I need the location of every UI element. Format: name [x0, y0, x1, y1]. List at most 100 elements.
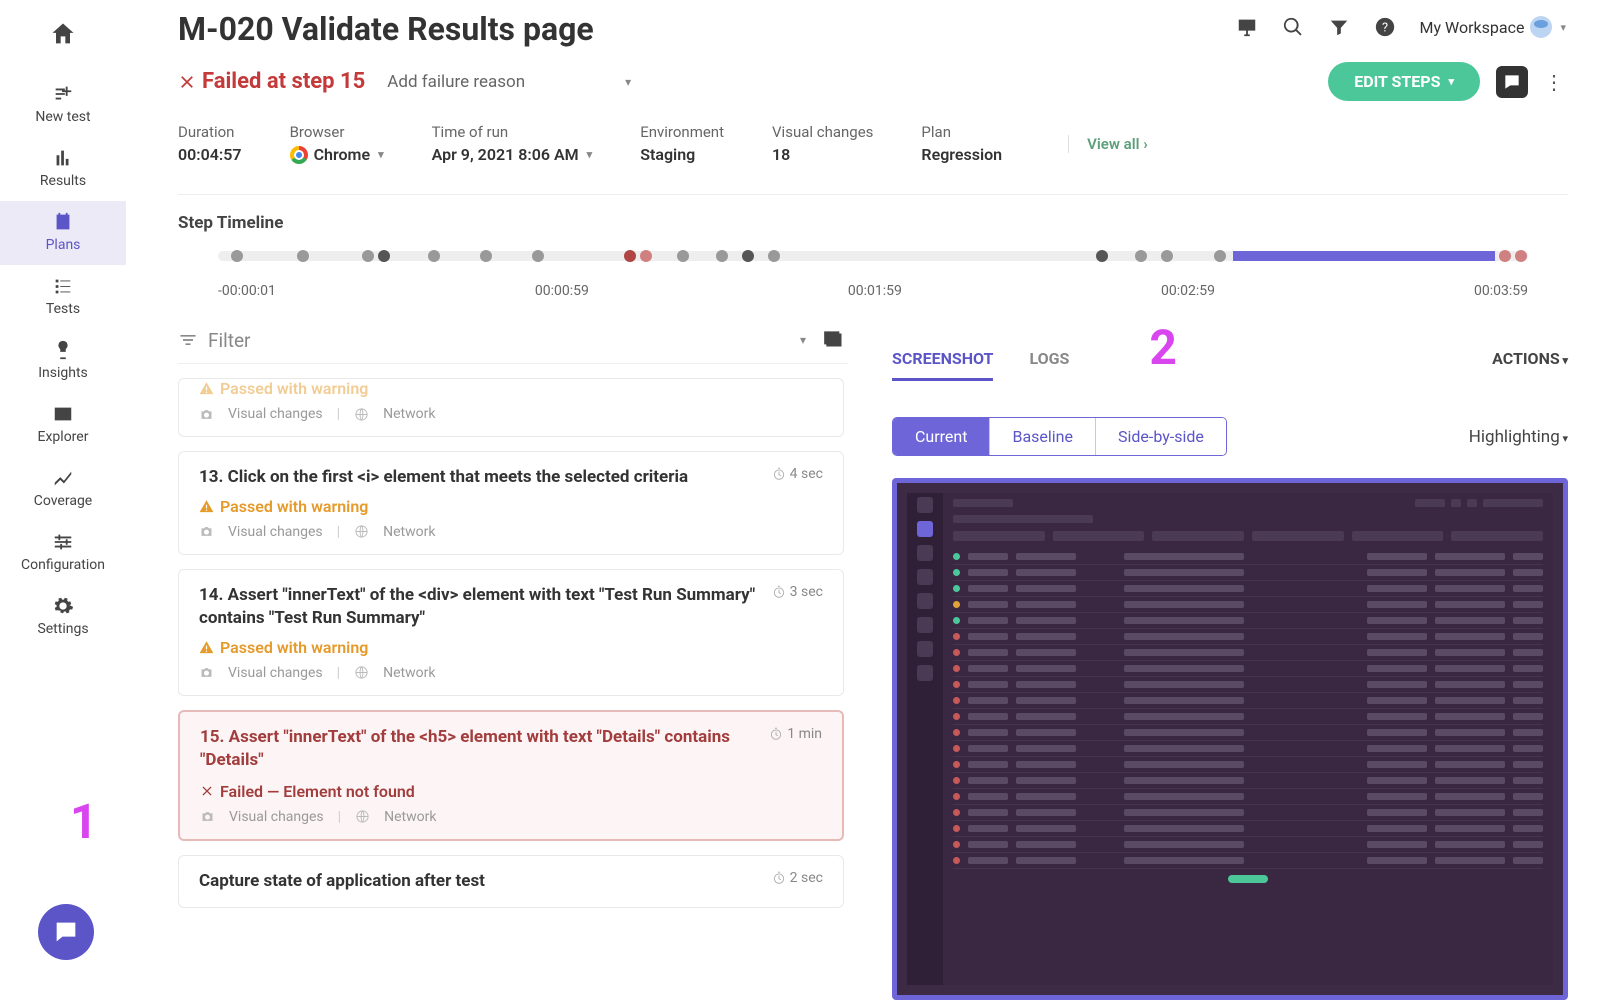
network-link[interactable]: Network — [383, 406, 435, 422]
highlighting-dropdown[interactable]: Highlighting — [1469, 427, 1568, 447]
globe-icon — [355, 809, 370, 824]
coverage-icon — [52, 467, 74, 489]
sidebar-item-configuration[interactable]: Configuration — [0, 521, 126, 585]
step-card[interactable]: Passed with warning Visual changes | Net… — [178, 378, 844, 437]
step-time: 4 sec — [772, 466, 823, 482]
meta-value: Staging — [640, 145, 724, 164]
status-text: Failed at step 15 — [202, 69, 365, 94]
meta-label: Browser — [290, 123, 384, 141]
visual-changes-link[interactable]: Visual changes — [228, 665, 323, 681]
step-card-failed[interactable]: 15. Assert "innerText" of the <h5> eleme… — [178, 710, 844, 841]
sidebar-item-tests[interactable]: Tests — [0, 265, 126, 329]
sidebar-item-new-test[interactable]: New test — [0, 73, 126, 137]
step-timeline: Step Timeline -00:00:01 00 — [178, 194, 1568, 299]
step-time: 2 sec — [772, 870, 823, 886]
time-dropdown[interactable]: Apr 9, 2021 8:06 AM▾ — [432, 145, 593, 164]
sidebar-item-label: Explorer — [38, 429, 89, 445]
seg-side-by-side[interactable]: Side-by-side — [1095, 418, 1226, 455]
more-menu[interactable]: ⋮ — [1540, 66, 1568, 98]
edit-steps-button[interactable]: EDIT STEPS — [1328, 62, 1480, 101]
sidebar-item-coverage[interactable]: Coverage — [0, 457, 126, 521]
search-icon[interactable] — [1282, 16, 1304, 38]
tests-icon — [52, 275, 74, 297]
filter-list-icon[interactable] — [178, 330, 198, 350]
main: ? My Workspace ▾ M-020 Validate Results … — [126, 0, 1600, 1000]
sidebar-item-label: New test — [35, 109, 90, 125]
globe-icon — [354, 665, 369, 680]
meta-label: Duration — [178, 123, 242, 141]
step-title: 14. Assert "innerText" of the <div> elem… — [199, 584, 762, 630]
globe-icon — [354, 524, 369, 539]
svg-text:?: ? — [1382, 21, 1388, 36]
status-text: Passed with warning — [220, 497, 368, 516]
help-icon[interactable]: ? — [1374, 16, 1396, 38]
status-text: Passed with warning — [220, 379, 368, 398]
timeline-bar[interactable] — [218, 251, 1528, 261]
step-time: 3 sec — [772, 584, 823, 600]
actions-dropdown[interactable]: ACTIONS — [1492, 349, 1568, 368]
meta-row: Duration 00:04:57 Browser Chrome▾ Time o… — [178, 123, 1568, 164]
screen-icon[interactable] — [1236, 16, 1258, 38]
sidebar-item-label: Insights — [38, 365, 88, 381]
screenshot-viewer[interactable] — [892, 478, 1568, 1000]
step-title: Capture state of application after test — [199, 870, 762, 893]
sidebar-item-settings[interactable]: Settings — [0, 585, 126, 649]
visual-changes-link[interactable]: Visual changes — [229, 809, 324, 825]
globe-icon — [354, 407, 369, 422]
failure-reason-dropdown[interactable]: Add failure reason — [387, 72, 631, 92]
timeline-tick: 00:03:59 — [1474, 283, 1528, 299]
plans-icon — [52, 211, 74, 233]
seg-current[interactable]: Current — [893, 418, 989, 455]
filter-caret[interactable]: ▾ — [800, 333, 806, 347]
camera-icon — [199, 665, 214, 680]
sidebar-item-results[interactable]: Results — [0, 137, 126, 201]
step-title: 15. Assert "innerText" of the <h5> eleme… — [200, 726, 759, 772]
annotation-2: 2 — [1149, 319, 1177, 376]
network-link[interactable]: Network — [384, 809, 436, 825]
sidebar-item-explorer[interactable]: Explorer — [0, 393, 126, 457]
filter-icon[interactable] — [1328, 16, 1350, 38]
sidebar-item-label: Coverage — [34, 493, 92, 509]
sidebar: New test Results Plans Tests Insights Ex… — [0, 0, 126, 1000]
edit-steps-label: EDIT STEPS — [1354, 72, 1440, 91]
camera-icon — [199, 407, 214, 422]
view-all-link[interactable]: View all — [1068, 135, 1148, 153]
sidebar-item-plans[interactable]: Plans — [0, 201, 126, 265]
new-test-icon — [52, 83, 74, 105]
meta-label: Plan — [921, 123, 1002, 141]
meta-value: Regression — [921, 145, 1002, 164]
home-icon[interactable] — [49, 20, 77, 48]
meta-label: Visual changes — [772, 123, 873, 141]
timeline-tick: -00:00:01 — [218, 283, 276, 299]
step-card[interactable]: Capture state of application after test … — [178, 855, 844, 908]
meta-label: Time of run — [432, 123, 593, 141]
time-value: Apr 9, 2021 8:06 AM — [432, 145, 579, 164]
timeline-tick: 00:01:59 — [848, 283, 902, 299]
sidebar-item-label: Settings — [37, 621, 88, 637]
visual-changes-link[interactable]: Visual changes — [228, 406, 323, 422]
network-link[interactable]: Network — [383, 524, 435, 540]
browser-dropdown[interactable]: Chrome▾ — [290, 145, 384, 164]
results-icon — [52, 147, 74, 169]
visual-changes-link[interactable]: Visual changes — [228, 524, 323, 540]
workspace-dropdown[interactable]: My Workspace ▾ — [1420, 16, 1566, 38]
notes-button[interactable] — [1496, 66, 1528, 98]
tab-screenshot[interactable]: SCREENSHOT — [892, 349, 993, 381]
timeline-title: Step Timeline — [178, 213, 1568, 233]
insights-icon — [52, 339, 74, 361]
step-card[interactable]: 13. Click on the first <i> element that … — [178, 451, 844, 555]
status-badge: Failed at step 15 — [178, 69, 365, 94]
chat-button[interactable] — [38, 904, 94, 960]
sidebar-item-label: Tests — [46, 301, 80, 317]
avatar-icon — [1530, 16, 1552, 38]
timeline-tick: 00:02:59 — [1161, 283, 1215, 299]
filter-input[interactable]: Filter — [208, 329, 800, 352]
meta-label: Environment — [640, 123, 724, 141]
gallery-icon[interactable] — [822, 327, 848, 353]
seg-baseline[interactable]: Baseline — [989, 418, 1095, 455]
tab-logs[interactable]: LOGS — [1029, 349, 1069, 378]
step-card[interactable]: 14. Assert "innerText" of the <div> elem… — [178, 569, 844, 696]
network-link[interactable]: Network — [383, 665, 435, 681]
screenshot-pane: SCREENSHOT LOGS 2 ACTIONS Current Baseli… — [848, 319, 1568, 1000]
sidebar-item-insights[interactable]: Insights — [0, 329, 126, 393]
